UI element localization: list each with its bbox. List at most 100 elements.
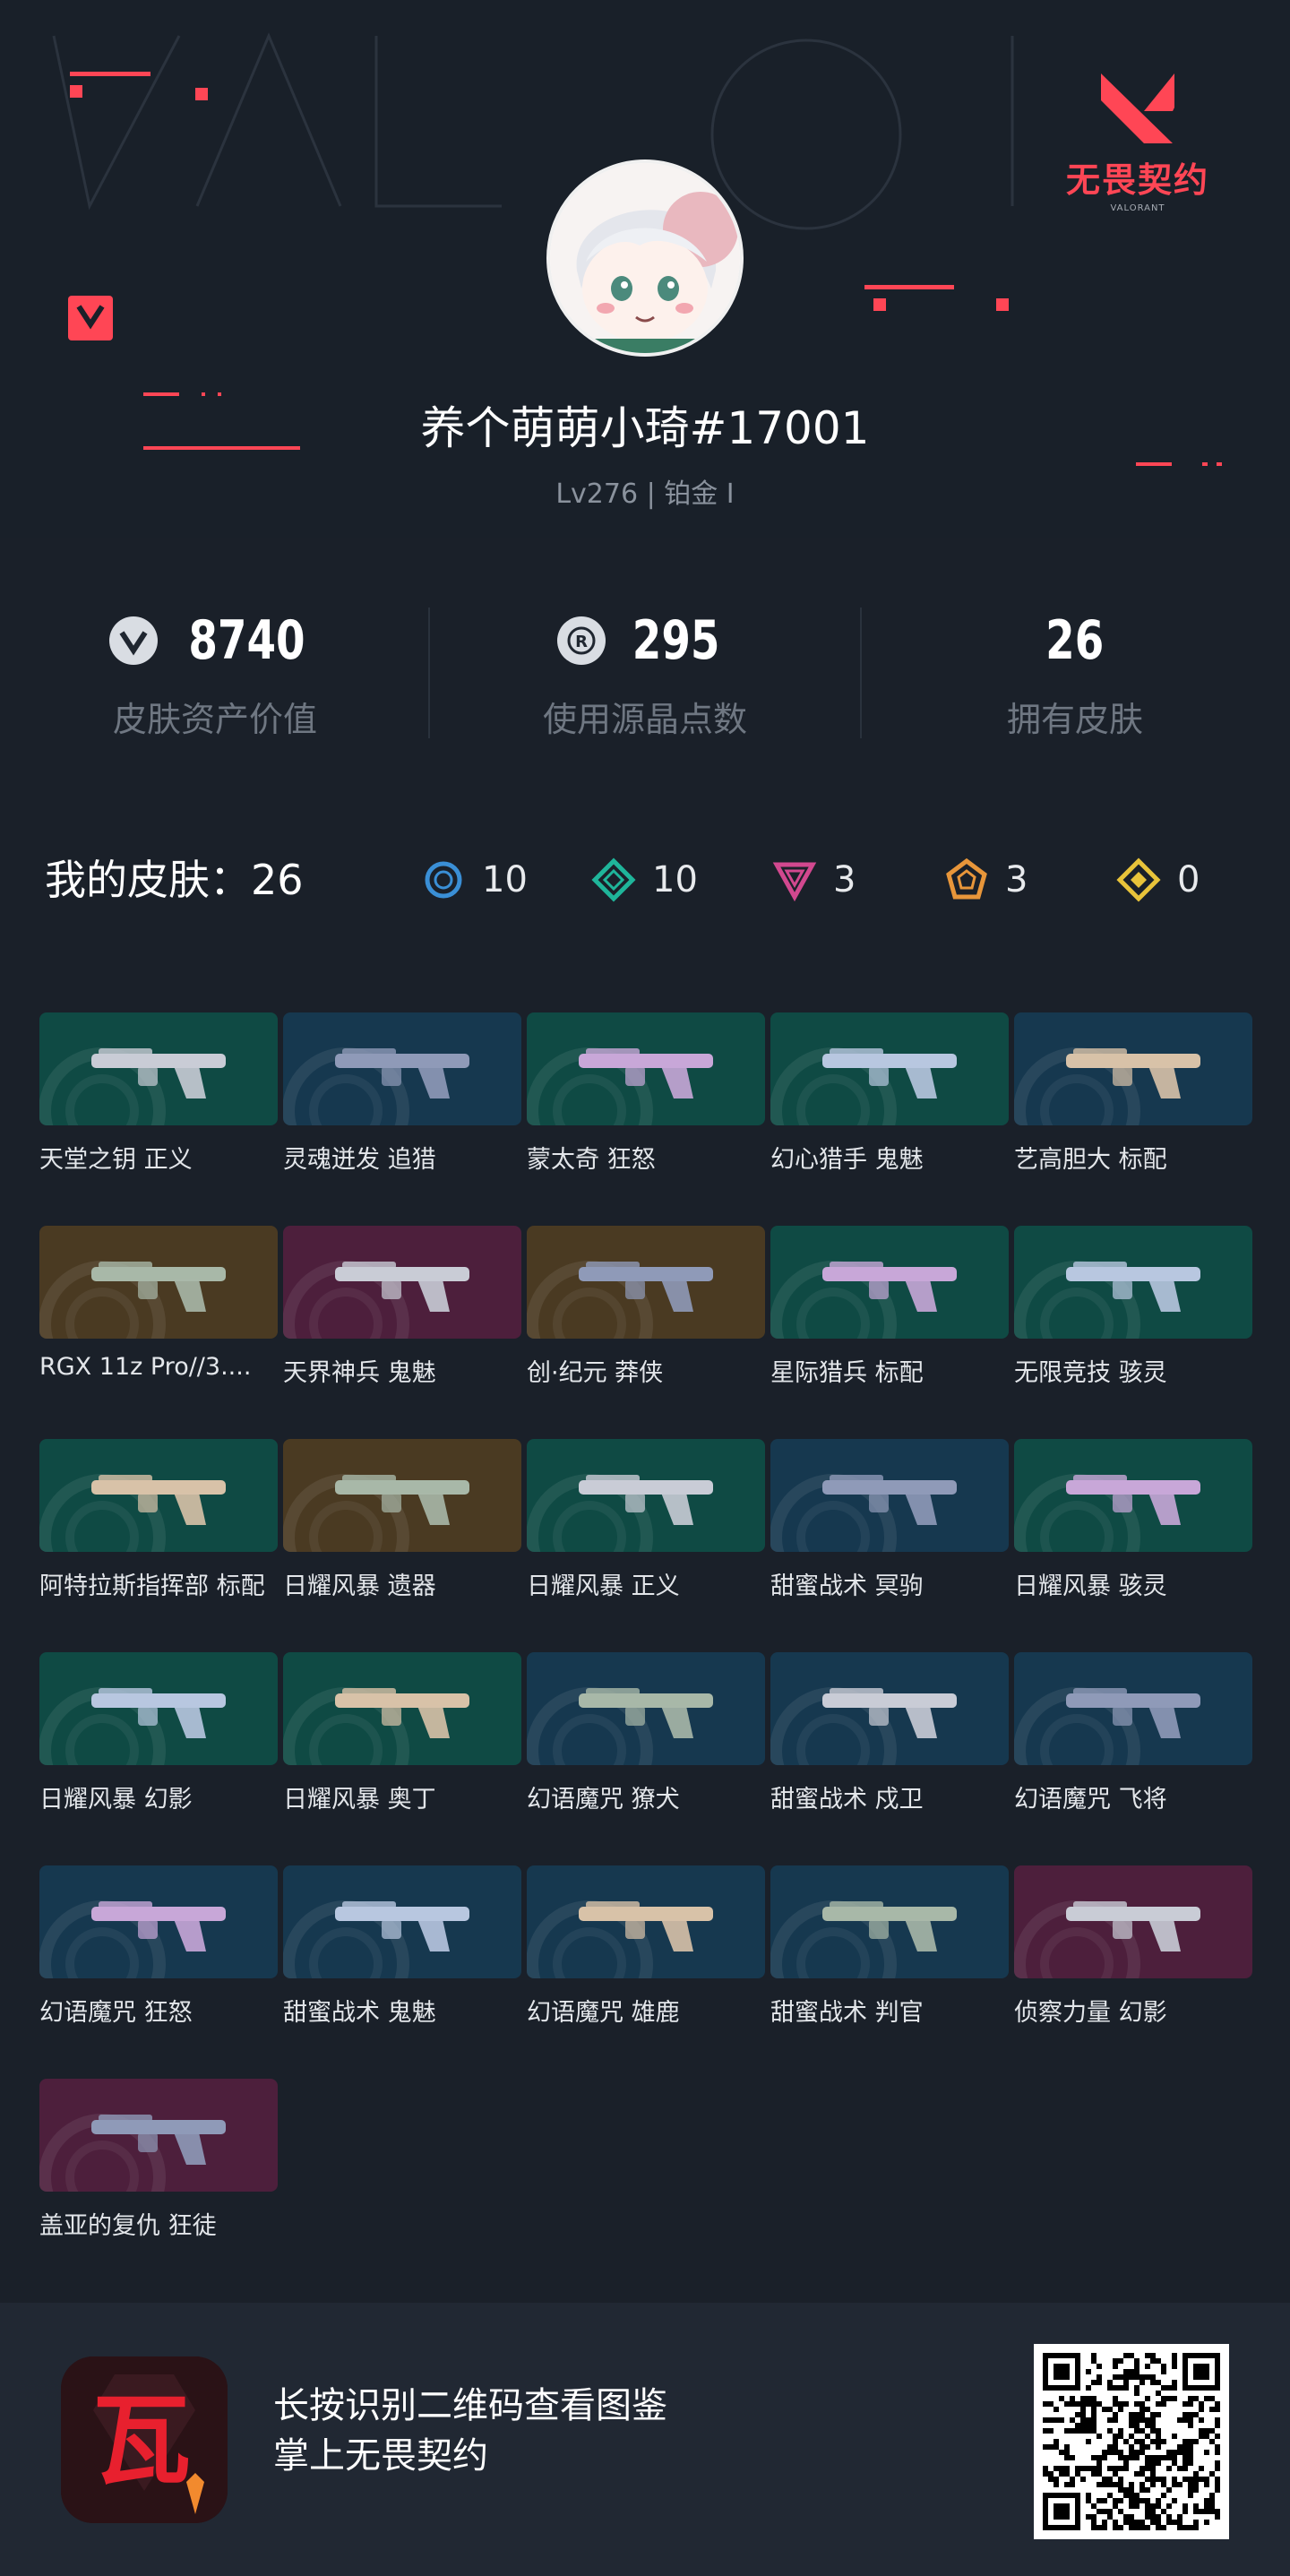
- qr-code[interactable]: [1034, 2344, 1229, 2539]
- weapon-icon: [39, 1261, 226, 1339]
- tier-exclusive-count[interactable]: 3: [944, 853, 1028, 907]
- skin-thumbnail: [1014, 1652, 1252, 1765]
- skin-card[interactable]: 甜蜜战术 判官: [770, 1865, 1009, 2079]
- weapon-icon: [39, 1474, 226, 1552]
- skin-card[interactable]: 侦察力量 幻影: [1014, 1865, 1252, 2079]
- skin-card[interactable]: 无限竞技 骇灵: [1014, 1226, 1252, 1439]
- stat-radianite-points: R 295 使用源晶点数: [430, 600, 860, 753]
- skin-card[interactable]: 蒙太奇 狂怒: [527, 1012, 765, 1226]
- skin-card[interactable]: 幻心猎手 鬼魅: [770, 1012, 1009, 1226]
- tier-premium-count[interactable]: 3: [772, 853, 856, 907]
- skin-card[interactable]: 日耀风暴 骇灵: [1014, 1439, 1252, 1652]
- weapon-icon: [283, 1900, 469, 1978]
- skin-thumbnail: [770, 1439, 1009, 1552]
- skin-name: 幻语魔咒 狂怒: [39, 1999, 193, 2027]
- skin-card[interactable]: 星际猎兵 标配: [770, 1226, 1009, 1439]
- weapon-icon: [1014, 1047, 1200, 1125]
- tier-deluxe-count[interactable]: 10: [591, 853, 698, 907]
- skin-card[interactable]: 阿特拉斯指挥部 标配: [39, 1439, 278, 1652]
- tier-count: 10: [652, 859, 698, 900]
- skin-thumbnail: [527, 1439, 765, 1552]
- skin-card[interactable]: 灵魂迸发 追猎: [283, 1012, 521, 1226]
- weapon-icon: [527, 1261, 713, 1339]
- skin-thumbnail: [39, 1226, 278, 1339]
- avatar[interactable]: [546, 159, 744, 357]
- stat-skin-value: 8740 皮肤资产价值: [0, 600, 430, 753]
- skin-name: 幻心猎手 鬼魅: [770, 1146, 924, 1174]
- skin-card[interactable]: RGX 11z Pro//3....: [39, 1226, 278, 1439]
- weapon-icon: [770, 1900, 957, 1978]
- skin-card[interactable]: 日耀风暴 幻影: [39, 1652, 278, 1865]
- skin-card[interactable]: 盖亚的复仇 狂徒: [39, 2079, 278, 2292]
- skin-thumbnail: [527, 1652, 765, 1765]
- skin-thumbnail: [770, 1865, 1009, 1978]
- skin-name: RGX 11z Pro//3....: [39, 1353, 252, 1381]
- weapon-icon: [39, 1687, 226, 1765]
- skin-thumbnail: [1014, 1226, 1252, 1339]
- skin-card[interactable]: 创·纪元 莽侠: [527, 1226, 765, 1439]
- skin-card[interactable]: 幻语魔咒 飞将: [1014, 1652, 1252, 1865]
- skin-thumbnail: [283, 1012, 521, 1125]
- skin-card[interactable]: 甜蜜战术 鬼魅: [283, 1865, 521, 2079]
- skin-card[interactable]: 日耀风暴 正义: [527, 1439, 765, 1652]
- skin-card[interactable]: 甜蜜战术 冥驹: [770, 1439, 1009, 1652]
- exclusive-tier-icon: [946, 857, 987, 900]
- brand-name: 无畏契约: [1065, 160, 1209, 200]
- skin-card[interactable]: 天堂之钥 正义: [39, 1012, 278, 1226]
- skin-name: 天界神兵 鬼魅: [283, 1359, 436, 1387]
- weapon-icon: [283, 1261, 469, 1339]
- skin-thumbnail: [1014, 1865, 1252, 1978]
- footer-qr-hint: 长按识别二维码查看图鉴: [273, 2385, 667, 2426]
- tier-count: 3: [833, 859, 856, 900]
- weapon-icon: [283, 1047, 469, 1125]
- skin-name: 天堂之钥 正义: [39, 1146, 193, 1174]
- stat-value: 295: [632, 609, 720, 672]
- stats-row: 8740 皮肤资产价值 R 295 使用源晶点数 26 拥有皮肤: [0, 600, 1290, 753]
- weapon-icon: [770, 1261, 957, 1339]
- svg-text:瓦: 瓦: [92, 2382, 191, 2498]
- skin-name: 阿特拉斯指挥部 标配: [39, 1572, 265, 1600]
- tier-ultra-count[interactable]: 0: [1116, 853, 1200, 907]
- skin-name: 日耀风暴 骇灵: [1014, 1572, 1167, 1600]
- skins-summary: 我的皮肤：26 10 10 3 3 0: [0, 842, 1290, 914]
- stat-value: 26: [1045, 609, 1105, 672]
- skin-card[interactable]: 幻语魔咒 獠犬: [527, 1652, 765, 1865]
- skin-name: 甜蜜战术 鬼魅: [283, 1999, 436, 2027]
- skin-card[interactable]: 日耀风暴 遗器: [283, 1439, 521, 1652]
- svg-text:R: R: [575, 633, 588, 651]
- player-level: Lv276 | 铂金 I: [555, 478, 735, 510]
- select-tier-icon: [425, 861, 462, 899]
- skin-name: 侦察力量 幻影: [1014, 1999, 1167, 2027]
- avatar-illustration: [550, 163, 740, 353]
- skin-card[interactable]: 日耀风暴 奥丁: [283, 1652, 521, 1865]
- skin-name: 日耀风暴 正义: [527, 1572, 680, 1600]
- skin-thumbnail: [527, 1865, 765, 1978]
- app-icon[interactable]: 瓦: [61, 2356, 228, 2523]
- skin-card[interactable]: 天界神兵 鬼魅: [283, 1226, 521, 1439]
- tier-count: 0: [1177, 859, 1200, 900]
- stat-label: 拥有皮肤: [1006, 700, 1143, 739]
- skin-name: 艺高胆大 标配: [1014, 1146, 1167, 1174]
- tier-select-count[interactable]: 10: [421, 853, 528, 907]
- skin-thumbnail: [527, 1226, 765, 1339]
- skin-name: 日耀风暴 遗器: [283, 1572, 436, 1600]
- stat-owned-skins: 26 拥有皮肤: [860, 600, 1290, 753]
- skin-card[interactable]: 幻语魔咒 狂怒: [39, 1865, 278, 2079]
- weapon-icon: [39, 2114, 226, 2192]
- skin-name: 日耀风暴 幻影: [39, 1786, 193, 1814]
- weapon-icon: [770, 1047, 957, 1125]
- skin-card[interactable]: 幻语魔咒 雄鹿: [527, 1865, 765, 2079]
- skin-name: 灵魂迸发 追猎: [283, 1146, 436, 1174]
- stat-label: 皮肤资产价值: [112, 700, 317, 739]
- skin-thumbnail: [1014, 1439, 1252, 1552]
- app-logo-icon: 瓦: [61, 2356, 228, 2523]
- valorant-v-icon: [1101, 73, 1174, 143]
- valorant-logo: 无畏契约 VALORANT: [1048, 65, 1227, 244]
- skin-card[interactable]: 艺高胆大 标配: [1014, 1012, 1252, 1226]
- skin-card[interactable]: 甜蜜战术 戍卫: [770, 1652, 1009, 1865]
- weapon-icon: [283, 1474, 469, 1552]
- weapon-icon: [39, 1900, 226, 1978]
- skin-name: 幻语魔咒 飞将: [1014, 1786, 1167, 1814]
- skin-thumbnail: [1014, 1012, 1252, 1125]
- skin-thumbnail: [770, 1226, 1009, 1339]
